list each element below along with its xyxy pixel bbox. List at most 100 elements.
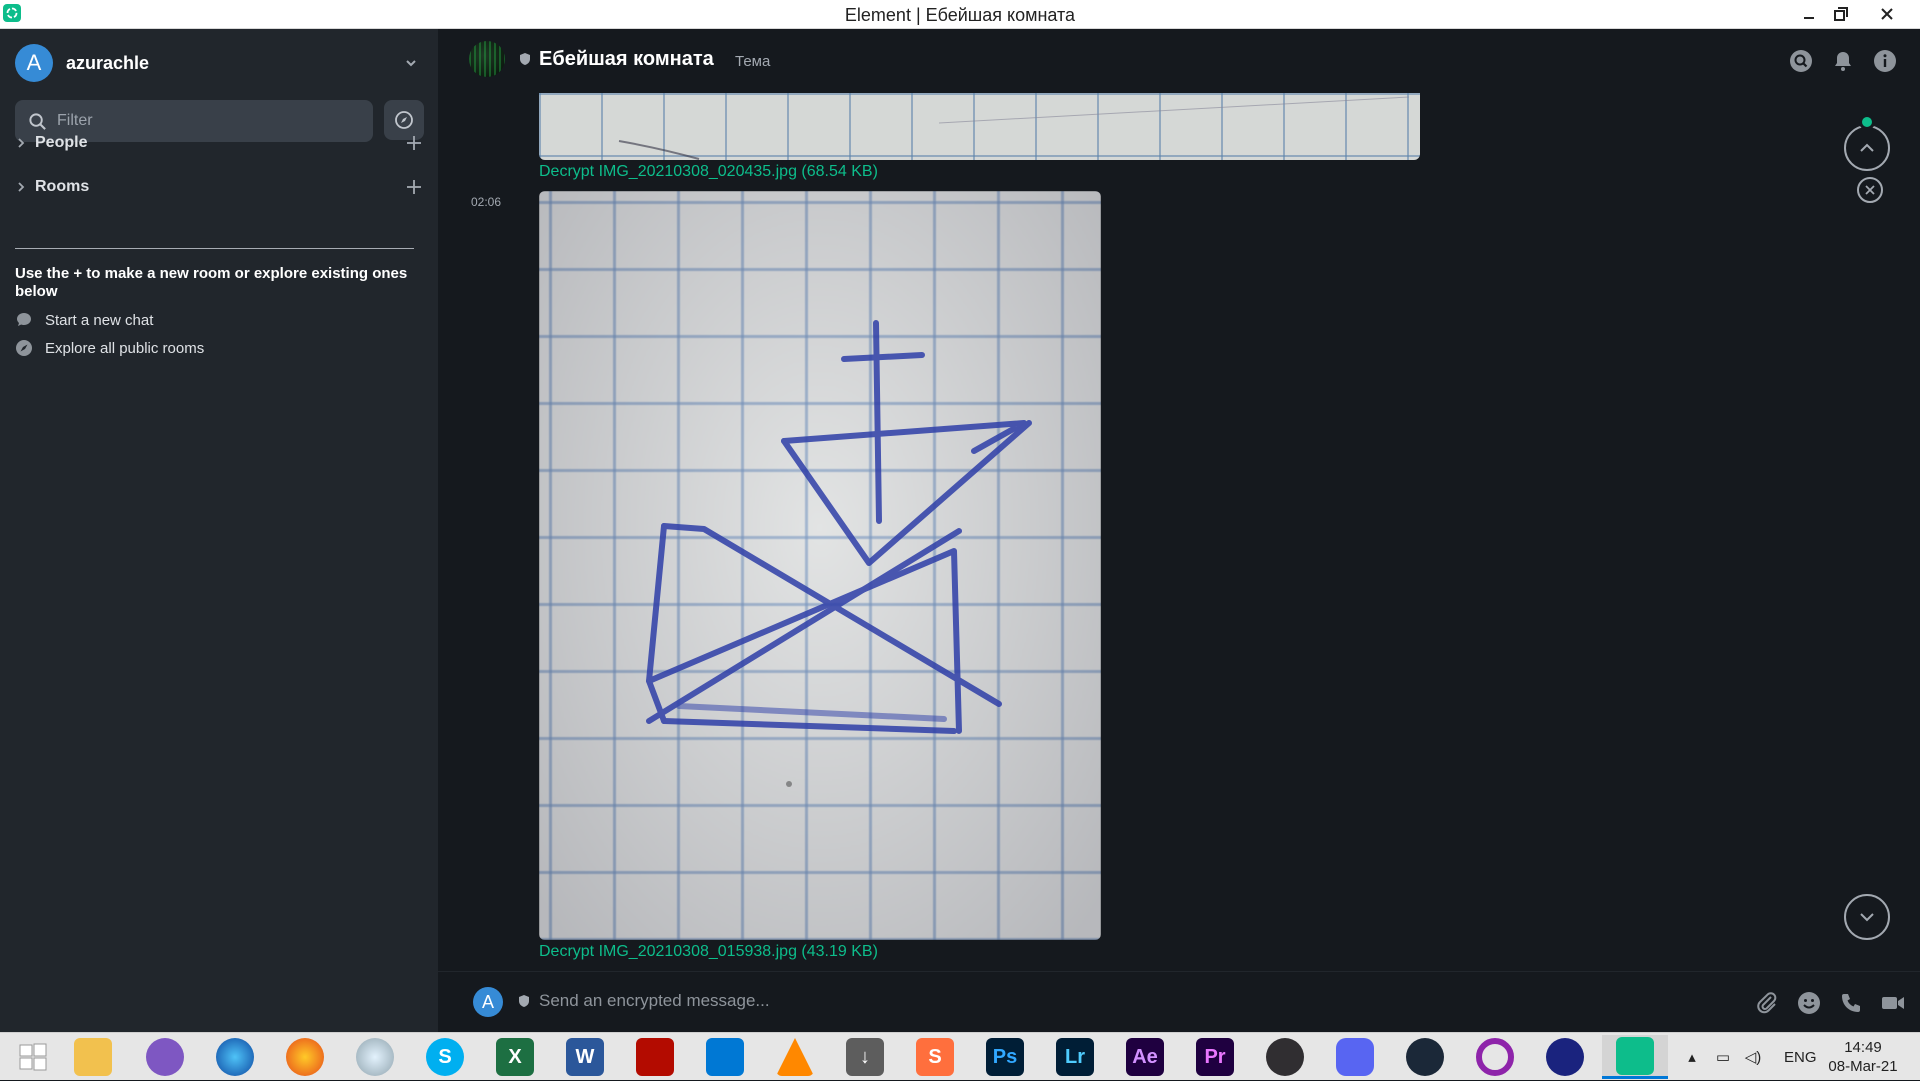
title-bar: Element | Ебейшая комната [0,0,1920,29]
taskbar-downloader[interactable]: ↓ [832,1035,898,1079]
user-menu[interactable]: A azurachle [15,44,418,82]
filter-input[interactable] [57,112,347,130]
lock-icon [1546,1038,1584,1076]
room-name[interactable]: Ебейшая комната [539,48,714,71]
taskbar-after-effects[interactable]: Ae [1112,1035,1178,1079]
folder-icon [74,1038,112,1076]
section-label-people: People [35,134,88,151]
system-tray: ▴ ▭ ◁) ENG [1682,1033,1817,1081]
premiere-icon: Pr [1196,1038,1234,1076]
add-people-icon[interactable] [405,134,423,152]
image-attachment[interactable] [539,191,1101,940]
taskbar-excel[interactable]: X [482,1035,548,1079]
decrypt-attachment-link[interactable]: Decrypt IMG_20210308_020435.jpg (68.54 K… [539,163,878,181]
room-avatar[interactable] [469,41,505,77]
taskbar-photoshop[interactable]: Ps [972,1035,1038,1079]
taskbar-acrobat[interactable] [622,1035,688,1079]
clock-time: 14:49 [1844,1039,1882,1056]
add-room-icon[interactable] [405,178,423,196]
emoji-button[interactable] [1796,990,1822,1016]
section-people[interactable]: People [15,131,423,155]
compass-icon [395,111,413,129]
taskbar-obs[interactable] [1252,1035,1318,1079]
taskbar-file-explorer[interactable] [60,1035,126,1079]
image-attachment[interactable] [539,93,1420,160]
composer-avatar: A [473,987,503,1017]
room-header: Ебейшая комната Тема [438,29,1920,92]
room-view: Ебейшая комната Тема Decrypt IMG_2021030… [438,29,1920,1032]
clock-date: 08-Mar-21 [1828,1058,1898,1075]
left-panel: A azurachle People Rooms Use the + to ma… [0,29,438,1032]
taskbar-element[interactable] [1602,1035,1668,1079]
start-new-chat-link[interactable]: Start a new chat [15,309,153,331]
firefox-icon [286,1038,324,1076]
user-avatar[interactable]: A [15,44,53,82]
paperclip-icon [1757,992,1777,1014]
element-logo-icon [1616,1036,1654,1075]
vlc-cone-icon [776,1038,814,1076]
taskbar-skype[interactable]: S [412,1035,478,1079]
video-camera-icon [1882,997,1904,1009]
unread-indicator [1859,114,1875,130]
explore-public-rooms-link[interactable]: Explore all public rooms [15,337,204,359]
taskbar-word[interactable]: W [552,1035,618,1079]
jump-to-unread-button[interactable] [1844,125,1890,171]
taskbar-discord[interactable] [1322,1035,1388,1079]
video-call-button[interactable] [1880,990,1906,1016]
section-label-rooms: Rooms [35,178,90,195]
moon-icon [356,1038,394,1076]
discord-icon [1336,1038,1374,1076]
windows-taskbar: S X W ↓ S Ps Lr Ae Pr ▴ ▭ ◁) ENG 14:49 0… [0,1032,1920,1080]
start-button[interactable] [0,1035,66,1079]
room-search-button[interactable] [1788,48,1814,74]
tray-expand-icon[interactable]: ▴ [1682,1048,1702,1066]
smiley-icon [1798,992,1820,1014]
close-window-button[interactable] [1864,0,1910,28]
network-icon[interactable]: ▭ [1708,1048,1738,1066]
shield-icon [520,53,530,65]
image-content [646,320,1032,787]
taskbar-steam[interactable] [1392,1035,1458,1079]
taskbar-tor-browser[interactable] [132,1035,198,1079]
chevron-down-icon[interactable] [404,56,418,70]
onion-icon [146,1038,184,1076]
taskbar-clock[interactable]: 14:49 08-Mar-21 [1818,1038,1908,1076]
taskbar-firefox[interactable] [272,1035,338,1079]
info-icon [1874,50,1896,72]
taskbar-vlc[interactable] [762,1035,828,1079]
image-content [618,96,1410,160]
taskbar-lightroom[interactable]: Lr [1042,1035,1108,1079]
volume-icon[interactable]: ◁) [1738,1048,1768,1066]
globe-icon [216,1038,254,1076]
download-icon: ↓ [846,1038,884,1076]
sidebar-divider [15,248,414,249]
room-info-button[interactable] [1872,48,1898,74]
room-topic[interactable]: Тема [735,53,770,70]
language-indicator[interactable]: ENG [1784,1049,1817,1066]
taskbar-opera[interactable] [1462,1035,1528,1079]
taskbar-premiere[interactable]: Pr [1182,1035,1248,1079]
dismiss-unread-button[interactable] [1857,177,1883,203]
voice-call-button[interactable] [1838,990,1864,1016]
decrypt-attachment-link[interactable]: Decrypt IMG_20210308_015938.jpg (43.19 K… [539,943,878,961]
message-input[interactable] [539,991,1739,1011]
attach-button[interactable] [1754,990,1780,1016]
element-window: Element | Ебейшая комната A azurachle Pe… [0,0,1920,1080]
search-icon [1790,50,1812,72]
taskbar-moon-app[interactable] [342,1035,408,1079]
message-timestamp: 02:06 [471,195,502,209]
shield-icon [519,995,529,1007]
empty-rooms-hint: Use the + to make a new room or explore … [15,265,408,300]
jump-to-bottom-button[interactable] [1844,894,1890,940]
taskbar-keepass[interactable] [1532,1035,1598,1079]
chevron-down-icon [1860,913,1874,922]
sublime-icon: S [916,1038,954,1076]
chevron-right-icon [18,182,25,192]
taskbar-vscode[interactable] [692,1035,758,1079]
taskbar-browser-globe[interactable] [202,1035,268,1079]
taskbar-sublime-text[interactable]: S [902,1035,968,1079]
notifications-button[interactable] [1830,48,1856,74]
section-rooms[interactable]: Rooms [15,175,423,199]
phone-icon [1842,994,1860,1012]
restore-button[interactable] [1818,0,1864,28]
